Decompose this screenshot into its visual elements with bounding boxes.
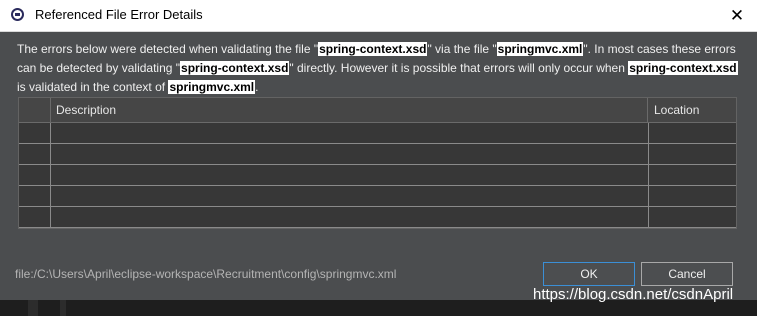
- location-cell: [649, 186, 738, 206]
- errors-table[interactable]: Description Location: [18, 97, 737, 229]
- description-cell: [51, 123, 649, 143]
- close-button[interactable]: ✕: [722, 2, 752, 29]
- file-name-highlight: springmvc.xml: [496, 42, 584, 56]
- table-row[interactable]: [19, 186, 736, 207]
- location-cell: [649, 165, 738, 185]
- row-marker-cell: [19, 144, 51, 164]
- message-text: The errors below were detected when vali…: [17, 42, 319, 56]
- background-segment: [60, 300, 66, 316]
- description-cell: [51, 207, 649, 227]
- column-header-description[interactable]: Description: [51, 98, 648, 122]
- description-cell: [51, 144, 649, 164]
- title-bar: Referenced File Error Details ✕: [0, 0, 757, 32]
- table-row[interactable]: [19, 165, 736, 186]
- description-cell: [51, 165, 649, 185]
- table-row[interactable]: [19, 144, 736, 165]
- message-text: .: [255, 80, 259, 94]
- message-text: " directly. However it is possible that …: [289, 61, 629, 75]
- table-header: Description Location: [19, 98, 736, 123]
- file-name-highlight: springmvc.xml: [168, 80, 256, 94]
- watermark-text: https://blog.csdn.net/csdnApril: [533, 286, 734, 303]
- referenced-file-error-dialog: Referenced File Error Details ✕ The erro…: [0, 0, 757, 300]
- file-name-highlight: spring-context.xsd: [180, 61, 290, 75]
- location-cell: [649, 207, 738, 227]
- ok-button[interactable]: OK: [543, 262, 635, 286]
- file-path-label: file:/C:\Users\April\eclipse-workspace\R…: [15, 267, 397, 281]
- row-marker-cell: [19, 123, 51, 143]
- file-name-highlight: spring-context.xsd: [628, 61, 738, 75]
- error-message: The errors below were detected when vali…: [17, 40, 742, 97]
- location-cell: [649, 123, 738, 143]
- description-cell: [51, 186, 649, 206]
- eclipse-app-icon: [11, 8, 24, 21]
- message-text: is validated in the context of: [17, 80, 169, 94]
- location-cell: [649, 144, 738, 164]
- file-name-highlight: spring-context.xsd: [318, 42, 428, 56]
- background-segment: [28, 300, 38, 316]
- column-header-marker[interactable]: [19, 98, 51, 122]
- table-row[interactable]: [19, 123, 736, 144]
- row-marker-cell: [19, 165, 51, 185]
- table-row[interactable]: [19, 207, 736, 228]
- message-text: " via the file ": [427, 42, 497, 56]
- row-marker-cell: [19, 186, 51, 206]
- dialog-title: Referenced File Error Details: [35, 7, 203, 22]
- row-marker-cell: [19, 207, 51, 227]
- column-header-location[interactable]: Location: [649, 98, 738, 122]
- cancel-button[interactable]: Cancel: [641, 262, 733, 286]
